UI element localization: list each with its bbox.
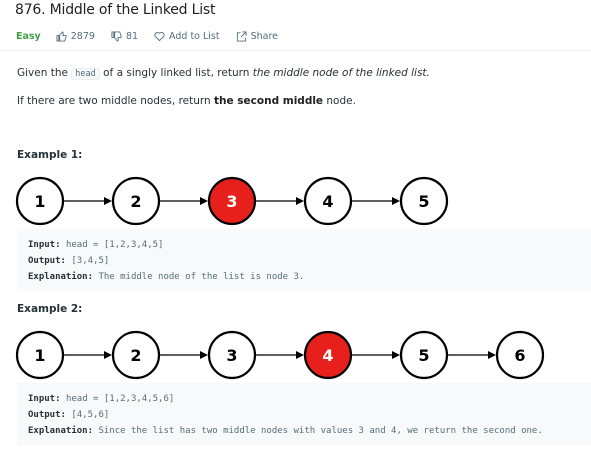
like-count: 2879 [70,30,95,42]
desc-text: If there are two middle nodes, return [17,95,211,107]
desc-text: Given the [17,67,68,79]
link-arrowhead [392,197,400,205]
output-label: Output: [28,256,66,266]
link-arrowhead [296,197,304,205]
add-to-list-label: Add to List [169,30,220,42]
output-label: Output: [28,410,66,420]
list-node-value: 1 [34,192,45,211]
link-arrowhead [200,351,208,359]
desc-strong: the second middle [214,95,324,107]
example-1-title: Example 1: [17,149,83,161]
input-label: Input: [28,394,61,404]
example-2-title: Example 2: [17,303,83,315]
description-paragraph-2: If there are two middle nodes, return th… [17,95,356,107]
share-label: Share [250,30,279,42]
example-2-input-line: Input: head = [1,2,3,4,5,6] [28,391,580,407]
output-value: [3,4,5] [71,256,110,266]
desc-emphasis: the middle node of the linked list. [252,67,430,79]
explanation-label: Explanation: [28,426,94,436]
example-1-explanation-line: Explanation: The middle node of the list… [28,269,580,285]
link-arrowhead [488,351,496,359]
list-node-value: 1 [34,346,45,365]
explanation-label: Explanation: [28,272,94,282]
add-to-list-button[interactable]: Add to List [154,31,220,42]
header-divider [0,50,591,51]
heart-icon [154,31,165,41]
list-node-value: 3 [226,346,237,365]
example-2-output-line: Output: [4,5,6] [28,407,580,423]
link-arrowhead [104,197,112,205]
list-node-value: 5 [418,192,429,211]
desc-text: of a singly linked list, return [103,67,250,79]
list-node-value: 2 [130,192,141,211]
example-1-output-line: Output: [3,4,5] [28,253,580,269]
list-node-value: 6 [514,346,525,365]
list-node-value: 2 [130,346,141,365]
link-arrowhead [296,351,304,359]
problem-meta-bar: Easy 2879 81 Add to List Share [16,29,294,43]
input-label: Input: [28,240,61,250]
link-arrowhead [104,351,112,359]
dislike-count: 81 [125,30,139,42]
problem-title: 876. Middle of the Linked List [15,2,216,18]
list-node-value: 4 [322,192,333,211]
dislike-button[interactable]: 81 [111,31,138,42]
inline-code-head: head [71,68,100,80]
example-2-linked-list-diagram: 1 2 3 4 5 6 [15,330,545,380]
thumbs-up-icon [56,30,67,42]
like-button[interactable]: 2879 [56,31,95,42]
example-1-code-block: Input: head = [1,2,3,4,5] Output: [3,4,5… [17,229,591,291]
share-button[interactable]: Share [236,31,278,42]
share-icon [236,30,247,42]
link-arrowhead [200,197,208,205]
example-1-linked-list-diagram: 1 2 3 4 5 [15,176,449,226]
input-value: head = [1,2,3,4,5] [65,240,164,250]
example-2-code-block: Input: head = [1,2,3,4,5,6] Output: [4,5… [17,383,591,445]
example-2-explanation-line: Explanation: Since the list has two midd… [28,423,580,439]
desc-text: node. [326,95,356,107]
example-1-input-line: Input: head = [1,2,3,4,5] [28,237,580,253]
output-value: [4,5,6] [71,410,110,420]
difficulty-badge: Easy [16,30,41,42]
input-value: head = [1,2,3,4,5,6] [65,394,175,404]
description-paragraph-1: Given the head of a singly linked list, … [17,67,430,80]
link-arrowhead [392,351,400,359]
thumbs-down-icon [111,30,122,42]
explanation-value: Since the list has two middle nodes with… [98,426,543,436]
list-node-value: 4 [322,346,333,365]
explanation-value: The middle node of the list is node 3. [98,272,305,282]
list-node-value: 3 [226,192,237,211]
list-node-value: 5 [418,346,429,365]
